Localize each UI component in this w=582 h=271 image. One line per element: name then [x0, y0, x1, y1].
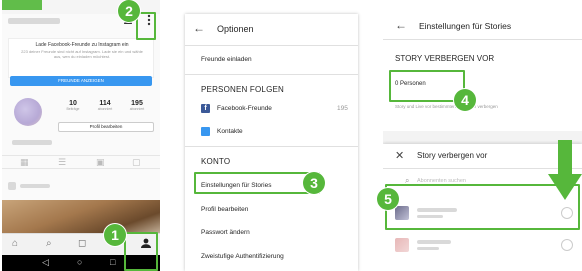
divider [185, 74, 358, 75]
invite-facebook-card: Lade Facebook-Freunde zu Instagram ein 2… [8, 38, 154, 78]
facebook-friends-item[interactable]: Facebook-Freunde [217, 105, 272, 112]
label-strip [2, 0, 42, 10]
tagged-icon[interactable]: ▣ [96, 157, 105, 168]
search-icon[interactable]: ⌕ [46, 238, 52, 249]
back-arrow-icon[interactable]: ← [193, 21, 205, 35]
followers-label: abonniert [97, 107, 113, 111]
username-blurred [417, 240, 451, 244]
following-stat[interactable]: 195 abonniert [122, 100, 152, 111]
close-icon[interactable]: ✕ [395, 149, 404, 162]
follow-people-header: PERSONEN FOLGEN [201, 85, 285, 94]
posts-label: Beiträge [66, 107, 80, 111]
camera-icon[interactable]: ◻ [78, 238, 86, 249]
step-badge-5: 5 [377, 188, 399, 210]
two-factor-item[interactable]: Zweistufige Authentifizierung [201, 253, 284, 260]
highlight-profile-tab [124, 232, 158, 271]
options-header: ← Optionen [185, 14, 358, 46]
options-screen: ← Optionen Freunde einladen PERSONEN FOL… [185, 14, 358, 271]
instagram-profile-screen: Lade Facebook-Freunde zu Instagram ein 2… [2, 0, 160, 271]
back-arrow-icon[interactable]: ← [395, 18, 407, 32]
list-item[interactable] [383, 230, 582, 260]
saved-icon[interactable]: ▢ [132, 157, 141, 168]
page-title: Einstellungen für Stories [419, 21, 512, 31]
step-badge-4: 4 [454, 89, 476, 111]
page-title: Optionen [217, 24, 254, 34]
invite-title: Lade Facebook-Freunde zu Instagram ein [35, 42, 129, 48]
hide-story-description: Story und Live vor bestimmten Personen v… [395, 104, 498, 109]
recents-icon[interactable]: □ [110, 257, 115, 267]
highlight-story-settings [194, 172, 320, 194]
post-user-blurred [20, 184, 50, 188]
following-count: 195 [131, 100, 143, 107]
change-password-item[interactable]: Passwort ändern [201, 229, 250, 236]
fullname-blurred [417, 247, 439, 250]
contacts-icon [201, 127, 210, 136]
posts-count: 10 [69, 100, 77, 107]
account-header: KONTO [201, 157, 231, 166]
grid-icon[interactable]: ▦ [20, 157, 29, 168]
username-blurred [8, 18, 60, 24]
highlight-more-options [136, 12, 156, 40]
profile-tabs: ▦ ☰ ▣ ▢ [2, 155, 160, 169]
story-settings-header: ← Einstellungen für Stories [383, 14, 582, 40]
select-radio[interactable] [561, 239, 573, 251]
facebook-friends-count: 195 [337, 105, 348, 112]
invite-friends-item[interactable]: Freunde einladen [201, 56, 252, 63]
list-icon[interactable]: ☰ [58, 157, 66, 168]
following-label: abonniert [129, 107, 145, 111]
post-avatar-blurred [8, 182, 16, 190]
followers-count: 114 [99, 100, 111, 107]
step-badge-2: 2 [118, 0, 140, 22]
profile-avatar[interactable] [14, 98, 42, 126]
divider [185, 146, 358, 147]
edit-profile-button[interactable]: Profil bearbeiten [58, 122, 154, 132]
sheet-title: Story verbergen vor [417, 151, 488, 160]
home-circle-icon[interactable]: ○ [77, 257, 82, 267]
hide-story-header: STORY VERBERGEN VOR [395, 54, 495, 63]
contacts-item[interactable]: Kontakte [217, 128, 243, 135]
step-badge-1: 1 [104, 224, 126, 246]
posts-stat[interactable]: 10 Beiträge [58, 100, 88, 111]
edit-profile-item[interactable]: Profil bearbeiten [201, 206, 248, 213]
down-arrow-icon [548, 140, 582, 200]
bio-blurred [12, 140, 52, 145]
facebook-icon: f [201, 104, 210, 113]
followers-stat[interactable]: 114 abonniert [90, 100, 120, 111]
back-icon[interactable]: ◁ [42, 257, 49, 268]
show-friends-button[interactable]: FREUNDE ANZEIGEN [10, 76, 152, 86]
home-icon[interactable]: ⌂ [12, 238, 18, 249]
avatar [395, 238, 409, 252]
step-badge-3: 3 [303, 172, 325, 194]
invite-subtitle: 223 deiner Freunde sind nicht auf Instag… [21, 49, 143, 59]
